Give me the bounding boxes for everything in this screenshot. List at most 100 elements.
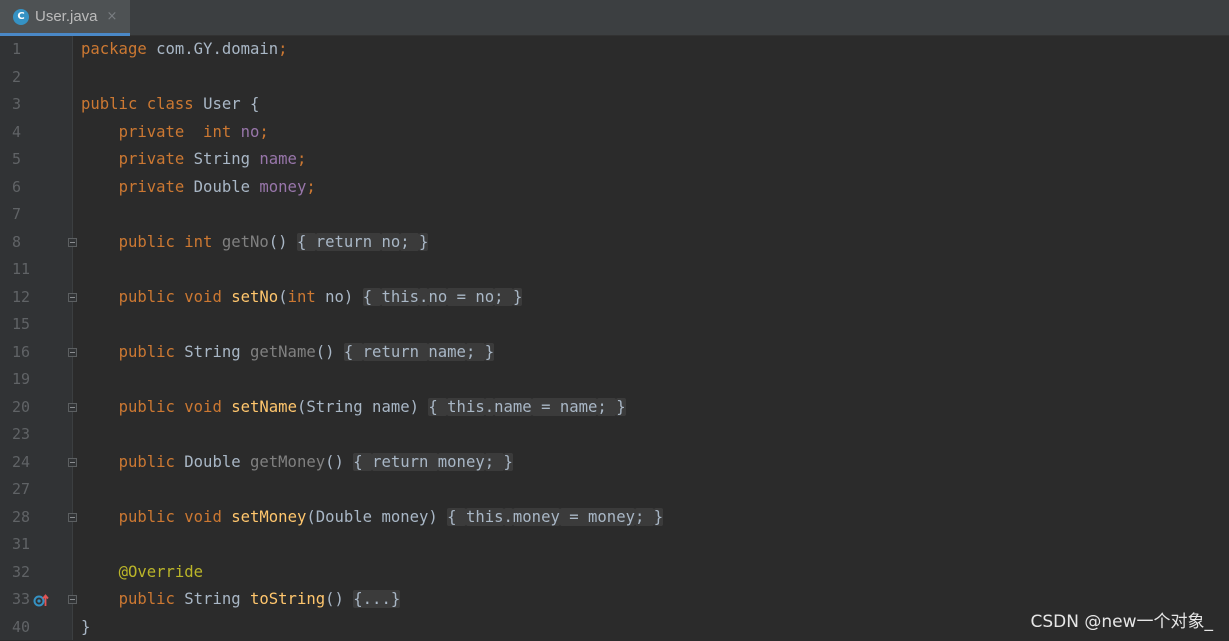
code-token: name [259, 150, 297, 168]
code-line[interactable]: 6 private Double money; [0, 174, 1229, 202]
code-line[interactable]: 11 [0, 256, 1229, 284]
code-token: } [616, 398, 625, 416]
code-line[interactable]: 23 [0, 421, 1229, 449]
code-line[interactable]: 12 public void setNo(int no) { this.no =… [0, 284, 1229, 312]
code-token: () [325, 590, 353, 608]
code-token: this [447, 398, 485, 416]
code-token: this [466, 508, 504, 526]
code-line[interactable]: 1 package com.GY.domain; [0, 36, 1229, 64]
line-number: 4 [0, 119, 32, 147]
code-line[interactable]: 3public class User { [0, 91, 1229, 119]
code-token: public void [119, 288, 232, 306]
fold-toggle-icon[interactable] [68, 458, 77, 467]
code-text: @Override [81, 559, 203, 587]
code-token: public [119, 590, 185, 608]
line-number: 6 [0, 174, 32, 202]
line-number: 1 [0, 36, 32, 64]
code-token: no [241, 123, 260, 141]
code-token [81, 508, 119, 526]
override-marker-icon[interactable] [33, 592, 49, 608]
code-text: private String name; [81, 146, 306, 174]
code-line[interactable]: 32 @Override [0, 559, 1229, 587]
code-token [81, 150, 119, 168]
code-token: ; [597, 398, 616, 416]
code-line[interactable]: 24 public Double getMoney() { return mon… [0, 449, 1229, 477]
line-number: 20 [0, 394, 32, 422]
code-token: User { [203, 95, 259, 113]
code-token: return [372, 453, 438, 471]
code-line[interactable]: 7 [0, 201, 1229, 229]
code-token: no [428, 288, 447, 306]
code-line[interactable]: 15 [0, 311, 1229, 339]
line-number: 27 [0, 476, 32, 504]
code-token [81, 123, 119, 141]
code-line[interactable]: 5 private String name; [0, 146, 1229, 174]
code-token: setMoney [231, 508, 306, 526]
code-token: no) [325, 288, 363, 306]
code-text: public int getNo() { return no; } [81, 229, 428, 257]
code-token [81, 288, 119, 306]
line-number: 8 [0, 229, 32, 257]
code-line[interactable]: 2 [0, 64, 1229, 92]
code-token [81, 343, 119, 361]
line-number: 33 [0, 586, 32, 614]
code-token: @Override [119, 563, 204, 581]
line-number: 16 [0, 339, 32, 367]
code-token: name [428, 343, 466, 361]
code-token: public int [119, 233, 222, 251]
code-line[interactable]: 27 [0, 476, 1229, 504]
code-token: String [184, 590, 250, 608]
fold-toggle-icon[interactable] [68, 513, 77, 522]
code-token: {...} [353, 590, 400, 608]
fold-toggle-icon[interactable] [68, 238, 77, 247]
line-number: 5 [0, 146, 32, 174]
code-token: = money [560, 508, 635, 526]
code-token: ( [278, 288, 287, 306]
code-token: () [325, 453, 353, 471]
code-token: name [494, 398, 532, 416]
fold-toggle-icon[interactable] [68, 403, 77, 412]
code-line[interactable]: 20 public void setName(String name) { th… [0, 394, 1229, 422]
code-token: money [438, 453, 485, 471]
java-class-icon: C [13, 9, 29, 25]
code-token: } [81, 618, 90, 636]
line-number: 40 [0, 614, 32, 641]
code-token: = no [447, 288, 494, 306]
code-token: return [316, 233, 382, 251]
code-line[interactable]: 16 public String getName() { return name… [0, 339, 1229, 367]
code-token: public [119, 453, 185, 471]
close-icon[interactable]: × [107, 9, 118, 24]
code-line[interactable]: 4 private int no; [0, 119, 1229, 147]
line-number: 12 [0, 284, 32, 312]
code-line[interactable]: 31 [0, 531, 1229, 559]
code-line[interactable]: 19 [0, 366, 1229, 394]
code-token: getName [250, 343, 316, 361]
tab-user-java[interactable]: C User.java × [0, 0, 130, 36]
code-token: com.GY.domain [156, 40, 278, 58]
code-token [81, 563, 119, 581]
code-token: . [485, 398, 494, 416]
code-token: String [184, 343, 250, 361]
code-token: ; [485, 453, 504, 471]
code-line[interactable]: 28 public void setMoney(Double money) { … [0, 504, 1229, 532]
code-text: public void setName(String name) { this.… [81, 394, 626, 422]
line-number: 3 [0, 91, 32, 119]
line-number: 19 [0, 366, 32, 394]
fold-toggle-icon[interactable] [68, 348, 77, 357]
code-token: (String name) [297, 398, 428, 416]
fold-toggle-icon[interactable] [68, 595, 77, 604]
line-number: 23 [0, 421, 32, 449]
code-token [81, 233, 119, 251]
code-token: toString [250, 590, 325, 608]
code-token [81, 178, 119, 196]
line-number: 2 [0, 64, 32, 92]
fold-toggle-icon[interactable] [68, 293, 77, 302]
code-text: package com.GY.domain; [81, 36, 288, 64]
code-token [81, 453, 119, 471]
code-token: { [353, 453, 372, 471]
code-line[interactable]: 8 public int getNo() { return no; } [0, 229, 1229, 257]
code-text: } [81, 614, 90, 641]
code-token: ; [297, 150, 306, 168]
code-token: money [259, 178, 306, 196]
code-token: ; [259, 123, 268, 141]
